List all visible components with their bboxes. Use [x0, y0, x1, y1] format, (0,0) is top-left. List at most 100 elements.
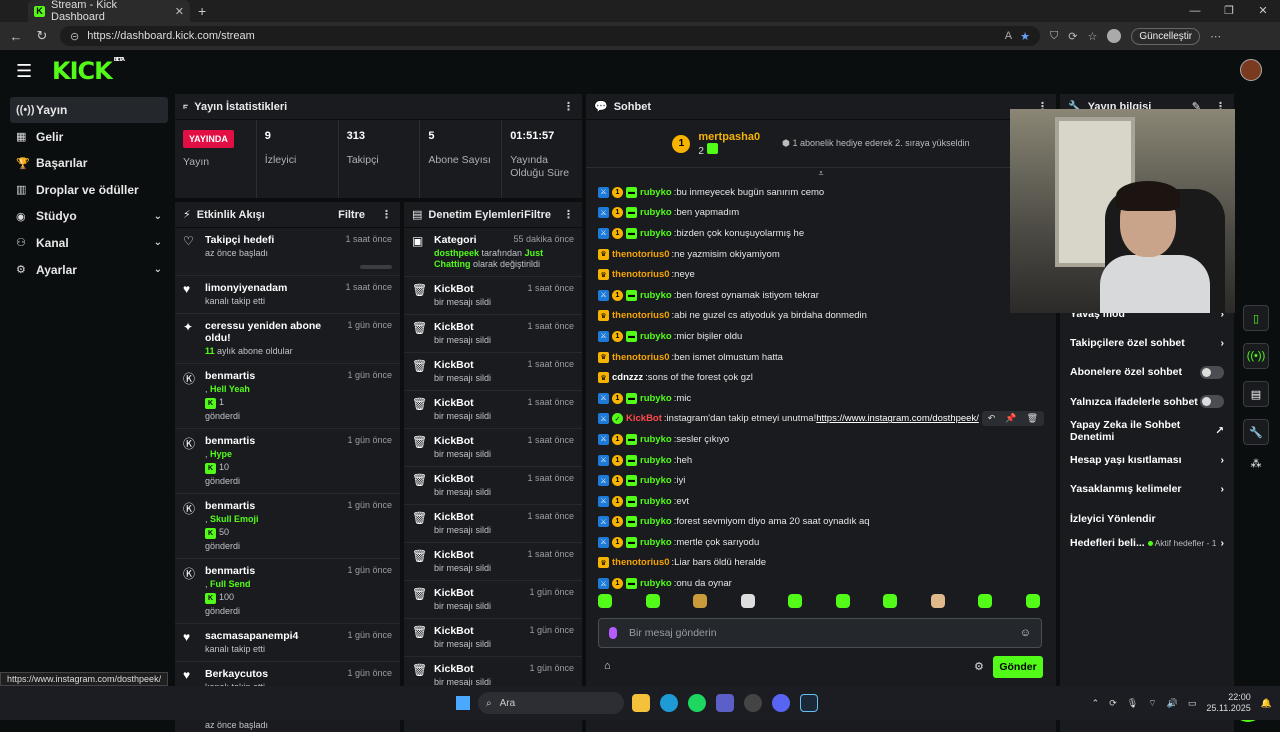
close-window-icon[interactable]: ✕ — [1246, 0, 1280, 22]
chat-message[interactable]: ⚔ 1 ▬ rubyko: forest sevmiyom diyo ama 20 s… — [598, 512, 1044, 533]
toggle-switch[interactable] — [1200, 365, 1224, 379]
mic-icon[interactable] — [609, 627, 617, 639]
notifications-icon[interactable]: 🔔 — [1261, 698, 1272, 709]
rail-nodes-icon[interactable]: ⁂ — [1243, 457, 1269, 470]
chat-username[interactable]: rubyko — [640, 537, 672, 548]
sidebar-item-1[interactable]: ▦ Gelir — [10, 124, 168, 150]
activity-menu-icon[interactable]: ⋮ — [381, 208, 392, 221]
chat-message[interactable]: ⚔ 1 ▬ rubyko: micr bişiler oldu — [598, 326, 1044, 347]
read-aloud-icon[interactable]: A — [1005, 30, 1012, 42]
edge-icon[interactable] — [660, 694, 678, 712]
moderation-menu-icon[interactable]: ⋮ — [563, 208, 574, 221]
chat-username[interactable]: rubyko — [640, 393, 672, 404]
file-explorer-icon[interactable] — [632, 694, 650, 712]
chat-message[interactable]: ♛ thenotorius0: Liar bars öldü heralde — [598, 553, 1044, 574]
moderator-name[interactable]: KickBot — [434, 359, 527, 371]
tray-wifi-icon[interactable]: ⌔ — [1148, 698, 1156, 709]
moderator-name[interactable]: KickBot — [434, 663, 529, 675]
goals-item[interactable]: Hedefleri beli... Aktif hedefler - 1 › — [1060, 528, 1234, 557]
tray-volume-icon[interactable]: 🔊 — [1167, 698, 1178, 709]
tray-battery-icon[interactable]: ▭ — [1188, 698, 1197, 709]
shield-icon[interactable]: ⛉ — [1050, 30, 1058, 43]
chat-username[interactable]: rubyko — [640, 496, 672, 507]
stream-setting-item[interactable]: Hesap yaşı kısıtlaması › — [1060, 445, 1234, 474]
emote-8[interactable] — [930, 594, 945, 608]
emote-1[interactable] — [598, 594, 612, 608]
chat-username[interactable]: cdnzzz — [612, 372, 643, 383]
favorite-star-icon[interactable]: ★ — [1020, 30, 1030, 43]
chat-message[interactable]: ♛ thenotorius0: ben ismet olmustum hatta — [598, 347, 1044, 368]
moderator-name[interactable]: KickBot — [434, 473, 527, 485]
category-actor[interactable]: dosthpeek — [434, 248, 479, 258]
user-avatar[interactable] — [1240, 59, 1262, 81]
delete-icon[interactable]: 🗑 — [1027, 413, 1038, 424]
chat-message[interactable]: ⚔ 1 ▬ rubyko: bizden çok konuşuyolarmış he — [598, 223, 1044, 244]
spotify-icon[interactable] — [688, 694, 706, 712]
chat-message[interactable]: ⚔ 1 ▬ rubyko: sesler çıkıyo — [598, 429, 1044, 450]
new-tab-icon[interactable]: + — [198, 3, 206, 19]
chat-username[interactable]: rubyko — [640, 228, 672, 239]
send-button[interactable]: Gönder — [993, 656, 1043, 678]
browser-menu-icon[interactable]: ⋯ — [1210, 30, 1221, 43]
steam-icon[interactable] — [800, 694, 818, 712]
discord-icon[interactable] — [772, 694, 790, 712]
chat-username[interactable]: rubyko — [640, 475, 672, 486]
activity-title[interactable]: Berkaycutos — [205, 668, 347, 680]
activity-title[interactable]: Takipçi hedefi — [205, 234, 345, 246]
stream-setting-item[interactable]: Yapay Zeka ile Sohbet Denetimi ↗ — [1060, 416, 1234, 445]
moderator-name[interactable]: KickBot — [434, 397, 527, 409]
stream-setting-item[interactable]: Yasaklanmış kelimeler › — [1060, 475, 1234, 504]
activity-title[interactable]: sacmasapanempi4 — [205, 630, 347, 642]
chat-settings-icon[interactable]: ⚙ — [974, 660, 984, 673]
chat-username[interactable]: rubyko — [640, 516, 672, 527]
activity-title[interactable]: benmartis — [205, 500, 347, 512]
collections-icon[interactable]: ☆ — [1087, 30, 1097, 43]
teams-icon[interactable] — [716, 694, 734, 712]
emoji-picker-icon[interactable]: ☺ — [1020, 627, 1031, 639]
chat-username[interactable]: rubyko — [640, 207, 672, 218]
chat-username[interactable]: rubyko — [640, 290, 672, 301]
chat-username[interactable]: rubyko — [640, 187, 672, 198]
activity-title[interactable]: benmartis — [205, 565, 347, 577]
emote-5[interactable] — [788, 594, 803, 608]
back-icon[interactable]: ← — [8, 29, 24, 44]
chat-username[interactable]: rubyko — [640, 434, 672, 445]
pin-collapse-icon[interactable]: ⩡ — [586, 168, 1056, 178]
maximize-icon[interactable]: ❐ — [1212, 0, 1246, 22]
clock[interactable]: 22:00 25.11.2025 — [1206, 692, 1250, 714]
chat-message[interactable]: ⚔ 1 ▬ rubyko: onu da oynar — [598, 573, 1044, 594]
chat-message[interactable]: ♛ thenotorius0: abi ne guzel cs atiyoduk … — [598, 306, 1044, 327]
rail-wrench-icon[interactable]: 🔧 — [1243, 419, 1269, 445]
url-field[interactable]: ⊝ https://dashboard.kick.com/stream A ★ — [60, 26, 1040, 46]
refresh-icon[interactable]: ↻ — [34, 28, 50, 44]
pin-icon[interactable]: 📌 — [1005, 413, 1016, 424]
chat-username[interactable]: thenotorius0 — [612, 269, 670, 280]
activity-title[interactable]: benmartis — [205, 370, 347, 382]
store-icon[interactable]: ⌂ — [604, 660, 611, 672]
chat-message[interactable]: ♛ thenotorius0: neye — [598, 264, 1044, 285]
extensions-icon[interactable]: ⟳ — [1068, 30, 1077, 43]
browser-tab[interactable]: K Stream - Kick Dashboard ✕ — [28, 0, 190, 23]
chat-username[interactable]: rubyko — [640, 578, 672, 589]
chat-message[interactable]: ⚔ 1 ▬ rubyko: heh — [598, 450, 1044, 471]
reply-icon[interactable]: ↶ — [988, 413, 996, 424]
moderation-filter-button[interactable]: Filtre — [524, 209, 551, 221]
steelseries-icon[interactable] — [744, 694, 762, 712]
stats-menu-icon[interactable]: ⋮ — [563, 100, 574, 113]
menu-icon[interactable]: ☰ — [16, 61, 36, 82]
chat-message[interactable]: ⚔ 1 ▬ rubyko: ben forest oynamak istiyom te… — [598, 285, 1044, 306]
activity-filter-button[interactable]: Filtre — [338, 209, 365, 221]
windows-start-icon[interactable] — [456, 696, 470, 710]
emote-10[interactable] — [1025, 594, 1040, 608]
rail-panel-icon[interactable]: ▯ — [1243, 305, 1269, 331]
chat-message[interactable]: ⚔ 1 ▬ rubyko: mic — [598, 388, 1044, 409]
rail-layout-icon[interactable]: ▤ — [1243, 381, 1269, 407]
emote-2[interactable] — [645, 594, 660, 608]
moderator-name[interactable]: KickBot — [434, 549, 527, 561]
chat-message[interactable]: ♛ thenotorius0: ne yazmisim okiyamiyom — [598, 244, 1044, 265]
emote-6[interactable] — [835, 594, 850, 608]
chat-username[interactable]: thenotorius0 — [612, 249, 670, 260]
moderator-name[interactable]: KickBot — [434, 321, 527, 333]
chat-username[interactable]: rubyko — [640, 455, 672, 466]
chat-message[interactable]: ⚔ 1 ▬ rubyko: iyi — [598, 470, 1044, 491]
